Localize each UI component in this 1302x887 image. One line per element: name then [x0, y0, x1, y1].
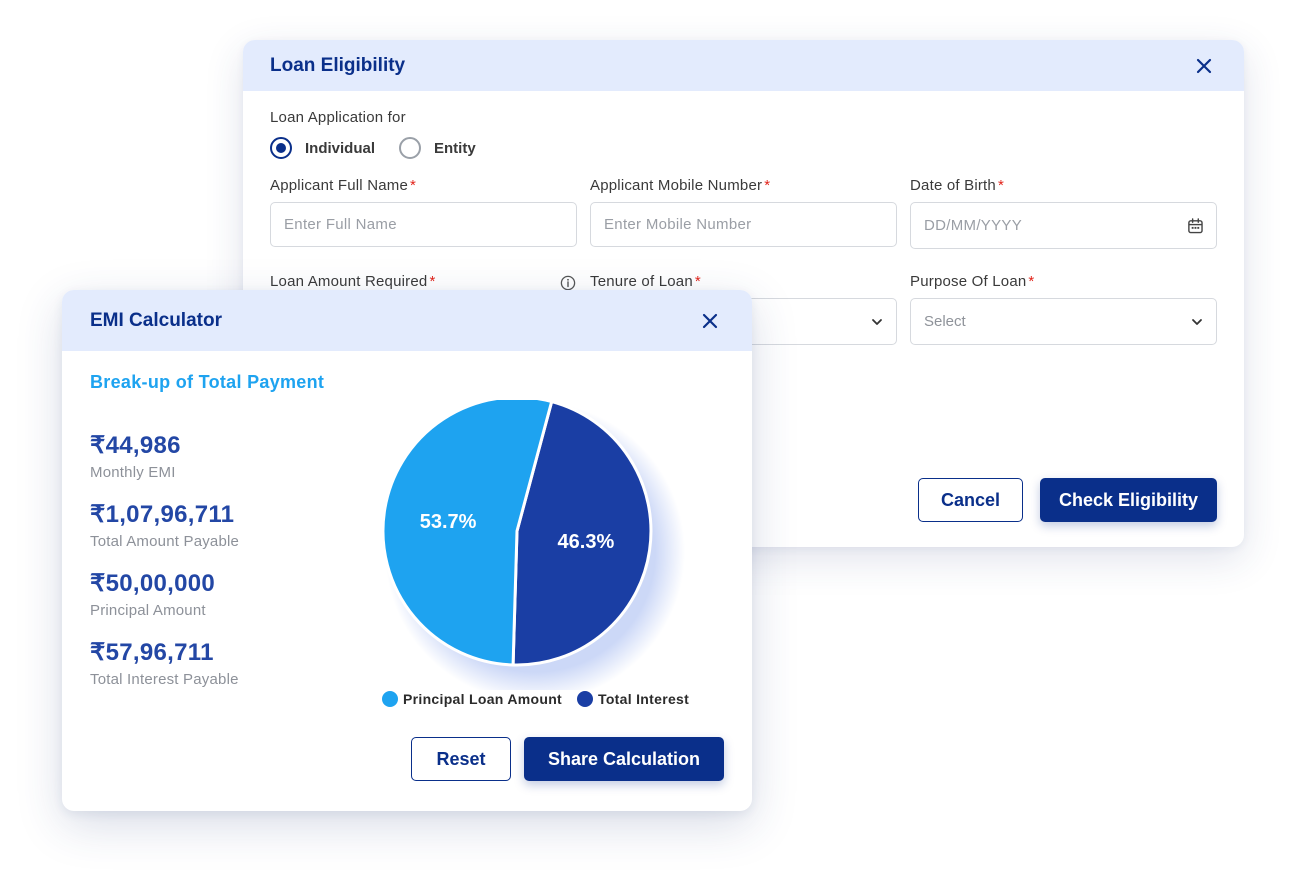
- stat-value: ₹44,986: [90, 432, 181, 459]
- chevron-down-icon: [1192, 318, 1202, 325]
- purpose-select-value: Select: [924, 313, 966, 330]
- chevron-down-icon: [872, 318, 882, 325]
- loan-eligibility-header: Loan Eligibility: [243, 40, 1244, 91]
- stat-total-amount-payable: ₹1,07,96,711 Total Amount Payable: [90, 500, 239, 550]
- purpose-select[interactable]: Select: [910, 298, 1217, 345]
- mobile-input[interactable]: [604, 216, 884, 233]
- close-icon: [1196, 58, 1212, 73]
- loan-amount-label: Loan Amount Required *: [270, 273, 436, 290]
- legend-dot: [382, 691, 398, 707]
- stat-label: Total Interest Payable: [90, 671, 239, 688]
- dob-input[interactable]: [924, 217, 1188, 234]
- legend-dot: [577, 691, 594, 707]
- legend-item-interest: Total Interest: [577, 691, 689, 707]
- payment-breakup-pie-chart: 46.3% 53.7%: [381, 395, 692, 702]
- breakup-title: Break-up of Total Payment: [90, 372, 325, 392]
- stat-principal-amount: ₹50,00,000 Principal Amount: [90, 569, 215, 619]
- full-name-label: Applicant Full Name *: [270, 177, 417, 194]
- calendar-icon[interactable]: [1187, 217, 1204, 235]
- radio-unchecked-icon: [399, 137, 422, 159]
- reset-button[interactable]: Reset: [411, 737, 511, 781]
- emi-calculator-header: EMI Calculator: [62, 290, 752, 351]
- stat-value: ₹50,00,000: [90, 570, 216, 597]
- legend-label: Principal Loan Amount: [403, 691, 563, 707]
- application-type-radio-group: Individual Entity: [270, 137, 500, 159]
- radio-entity-label: Entity: [434, 139, 476, 157]
- stat-label: Total Amount Payable: [90, 533, 240, 550]
- stat-label: Monthly EMI: [90, 464, 176, 481]
- emi-dialog-close-button[interactable]: [698, 309, 722, 333]
- full-name-input[interactable]: [284, 216, 564, 233]
- radio-checked-icon: [270, 137, 292, 159]
- stat-value: ₹57,96,711: [90, 639, 214, 666]
- emi-calculator-dialog: EMI Calculator Break-up of Total Payment…: [62, 290, 752, 811]
- stat-label: Principal Amount: [90, 602, 206, 619]
- mobile-field: [590, 202, 897, 247]
- dob-field: [910, 202, 1217, 249]
- legend-item-principal: Principal Loan Amount: [382, 691, 562, 707]
- stat-monthly-emi: ₹44,986 Monthly EMI: [90, 431, 181, 481]
- share-calculation-button[interactable]: Share Calculation: [524, 737, 724, 781]
- full-name-field: [270, 202, 577, 247]
- loan-dialog-close-button[interactable]: [1192, 54, 1216, 78]
- radio-individual[interactable]: Individual: [270, 137, 375, 159]
- pie-chart-svg: 46.3% 53.7%: [381, 395, 685, 702]
- emi-calculator-body: Break-up of Total Payment ₹44,986 Monthl…: [62, 351, 752, 811]
- tenure-label: Tenure of Loan *: [590, 273, 701, 290]
- purpose-label: Purpose Of Loan *: [910, 273, 1035, 290]
- pie-legend: Principal Loan Amount Total Interest: [382, 691, 704, 707]
- application-for-label: Loan Application for: [270, 109, 406, 126]
- loan-eligibility-title: Loan Eligibility: [270, 54, 406, 76]
- legend-label: Total Interest: [598, 691, 690, 707]
- info-icon[interactable]: [560, 275, 576, 291]
- emi-calculator-title: EMI Calculator: [90, 309, 222, 331]
- cancel-button[interactable]: Cancel: [918, 478, 1023, 522]
- pie-slice-interest-label: 46.3%: [558, 531, 615, 553]
- mobile-label: Applicant Mobile Number *: [590, 177, 771, 194]
- close-icon: [702, 313, 718, 328]
- radio-individual-label: Individual: [305, 139, 376, 157]
- radio-entity[interactable]: Entity: [399, 137, 476, 159]
- stat-total-interest-payable: ₹57,96,711 Total Interest Payable: [90, 638, 239, 688]
- stat-value: ₹1,07,96,711: [90, 501, 235, 528]
- check-eligibility-button[interactable]: Check Eligibility: [1040, 478, 1217, 522]
- dob-label: Date of Birth *: [910, 177, 1005, 194]
- pie-slice-principal-label: 53.7%: [420, 511, 477, 533]
